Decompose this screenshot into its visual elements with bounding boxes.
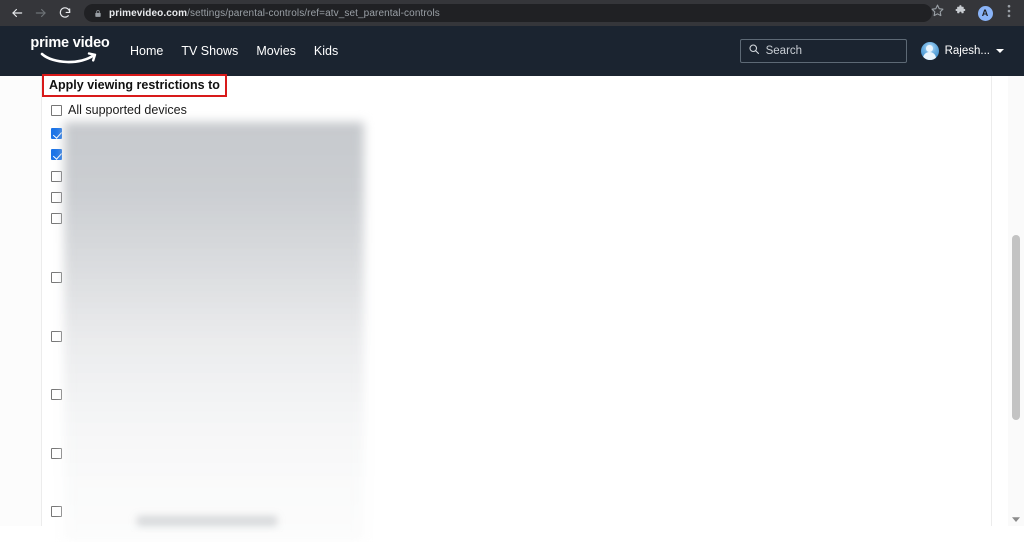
section-heading-highlight: Apply viewing restrictions to: [42, 74, 227, 97]
prime-video-header: prime video Home TV Shows Movies Kids Se…: [0, 26, 1024, 76]
forward-button[interactable]: [30, 2, 52, 24]
page-scrollbar[interactable]: [1008, 76, 1024, 526]
browser-menu-button[interactable]: [998, 2, 1020, 24]
profile-avatar: A: [977, 5, 993, 21]
device-row[interactable]: [51, 128, 62, 139]
device-checkbox[interactable]: [51, 213, 62, 224]
puzzle-piece-icon: [955, 4, 968, 22]
device-row[interactable]: [51, 192, 62, 203]
device-row[interactable]: [51, 171, 62, 182]
url-text: primevideo.com/settings/parental-control…: [109, 8, 440, 19]
device-row[interactable]: [51, 149, 62, 160]
device-row[interactable]: [51, 213, 62, 224]
account-menu[interactable]: Rajesh...: [920, 42, 1004, 60]
device-row[interactable]: [51, 272, 62, 283]
prime-video-logo[interactable]: prime video: [27, 35, 113, 67]
device-row[interactable]: [51, 506, 62, 517]
device-row[interactable]: [51, 331, 62, 342]
nav-item-movies[interactable]: Movies: [256, 44, 296, 58]
device-checkbox[interactable]: [51, 331, 62, 342]
address-bar[interactable]: primevideo.com/settings/parental-control…: [84, 4, 932, 22]
redacted-device-names-overlay: [64, 122, 364, 542]
site-nav: Home TV Shows Movies Kids: [130, 44, 338, 58]
device-row[interactable]: [51, 389, 62, 400]
device-checkbox[interactable]: [51, 128, 62, 139]
content-right-edge: [991, 76, 992, 526]
settings-content: Apply viewing restrictions to All suppor…: [41, 74, 1008, 542]
device-row[interactable]: [51, 448, 62, 459]
device-checkbox[interactable]: [51, 448, 62, 459]
url-path: /settings/parental-controls/ref=atv_set_…: [187, 7, 440, 19]
header-right-group: Search Rajesh...: [739, 26, 1004, 76]
search-icon: [748, 42, 760, 60]
nav-item-tv-shows[interactable]: TV Shows: [181, 44, 238, 58]
redacted-footer-text: [137, 516, 277, 526]
back-arrow-icon: [10, 6, 24, 20]
account-name: Rajesh...: [944, 45, 990, 57]
all-supported-devices-label: All supported devices: [68, 103, 187, 117]
back-button[interactable]: [6, 2, 28, 24]
reload-button[interactable]: [54, 2, 76, 24]
amazon-smile-swoosh-icon: [39, 51, 101, 70]
browser-toolbar: primevideo.com/settings/parental-control…: [0, 0, 1024, 26]
scroll-down-arrow-icon[interactable]: [1011, 516, 1021, 524]
search-input[interactable]: Search: [739, 39, 907, 63]
device-checkbox[interactable]: [51, 272, 62, 283]
device-checkbox[interactable]: [51, 149, 62, 160]
browser-profile-button[interactable]: A: [974, 2, 996, 24]
device-checkbox[interactable]: [51, 506, 62, 517]
star-icon: [931, 4, 944, 22]
forward-arrow-icon: [34, 6, 48, 20]
device-checkbox[interactable]: [51, 171, 62, 182]
scrollbar-thumb[interactable]: [1012, 235, 1020, 420]
user-avatar-icon: [920, 42, 939, 60]
bookmark-button[interactable]: [926, 2, 948, 24]
chevron-down-icon: [996, 49, 1004, 53]
nav-item-kids[interactable]: Kids: [314, 44, 338, 58]
page-title: Apply viewing restrictions to: [42, 74, 227, 97]
prime-video-logo-text: prime video: [30, 35, 110, 51]
search-placeholder: Search: [765, 45, 803, 57]
site-security-lock-icon[interactable]: [94, 9, 102, 18]
left-gutter: [0, 76, 41, 526]
all-supported-devices-checkbox[interactable]: [51, 104, 62, 116]
device-checkbox[interactable]: [51, 192, 62, 203]
browser-toolbar-actions: A: [926, 0, 1020, 26]
browser-nav-buttons: [0, 2, 76, 24]
extensions-button[interactable]: [950, 2, 972, 24]
reload-icon: [58, 6, 72, 20]
nav-item-home[interactable]: Home: [130, 44, 163, 58]
page-body: Apply viewing restrictions to All suppor…: [0, 74, 1024, 542]
url-host: primevideo.com: [109, 7, 188, 19]
all-supported-devices-row[interactable]: All supported devices: [51, 103, 187, 117]
device-checkbox[interactable]: [51, 389, 62, 400]
three-dot-menu-icon: [1007, 4, 1011, 23]
